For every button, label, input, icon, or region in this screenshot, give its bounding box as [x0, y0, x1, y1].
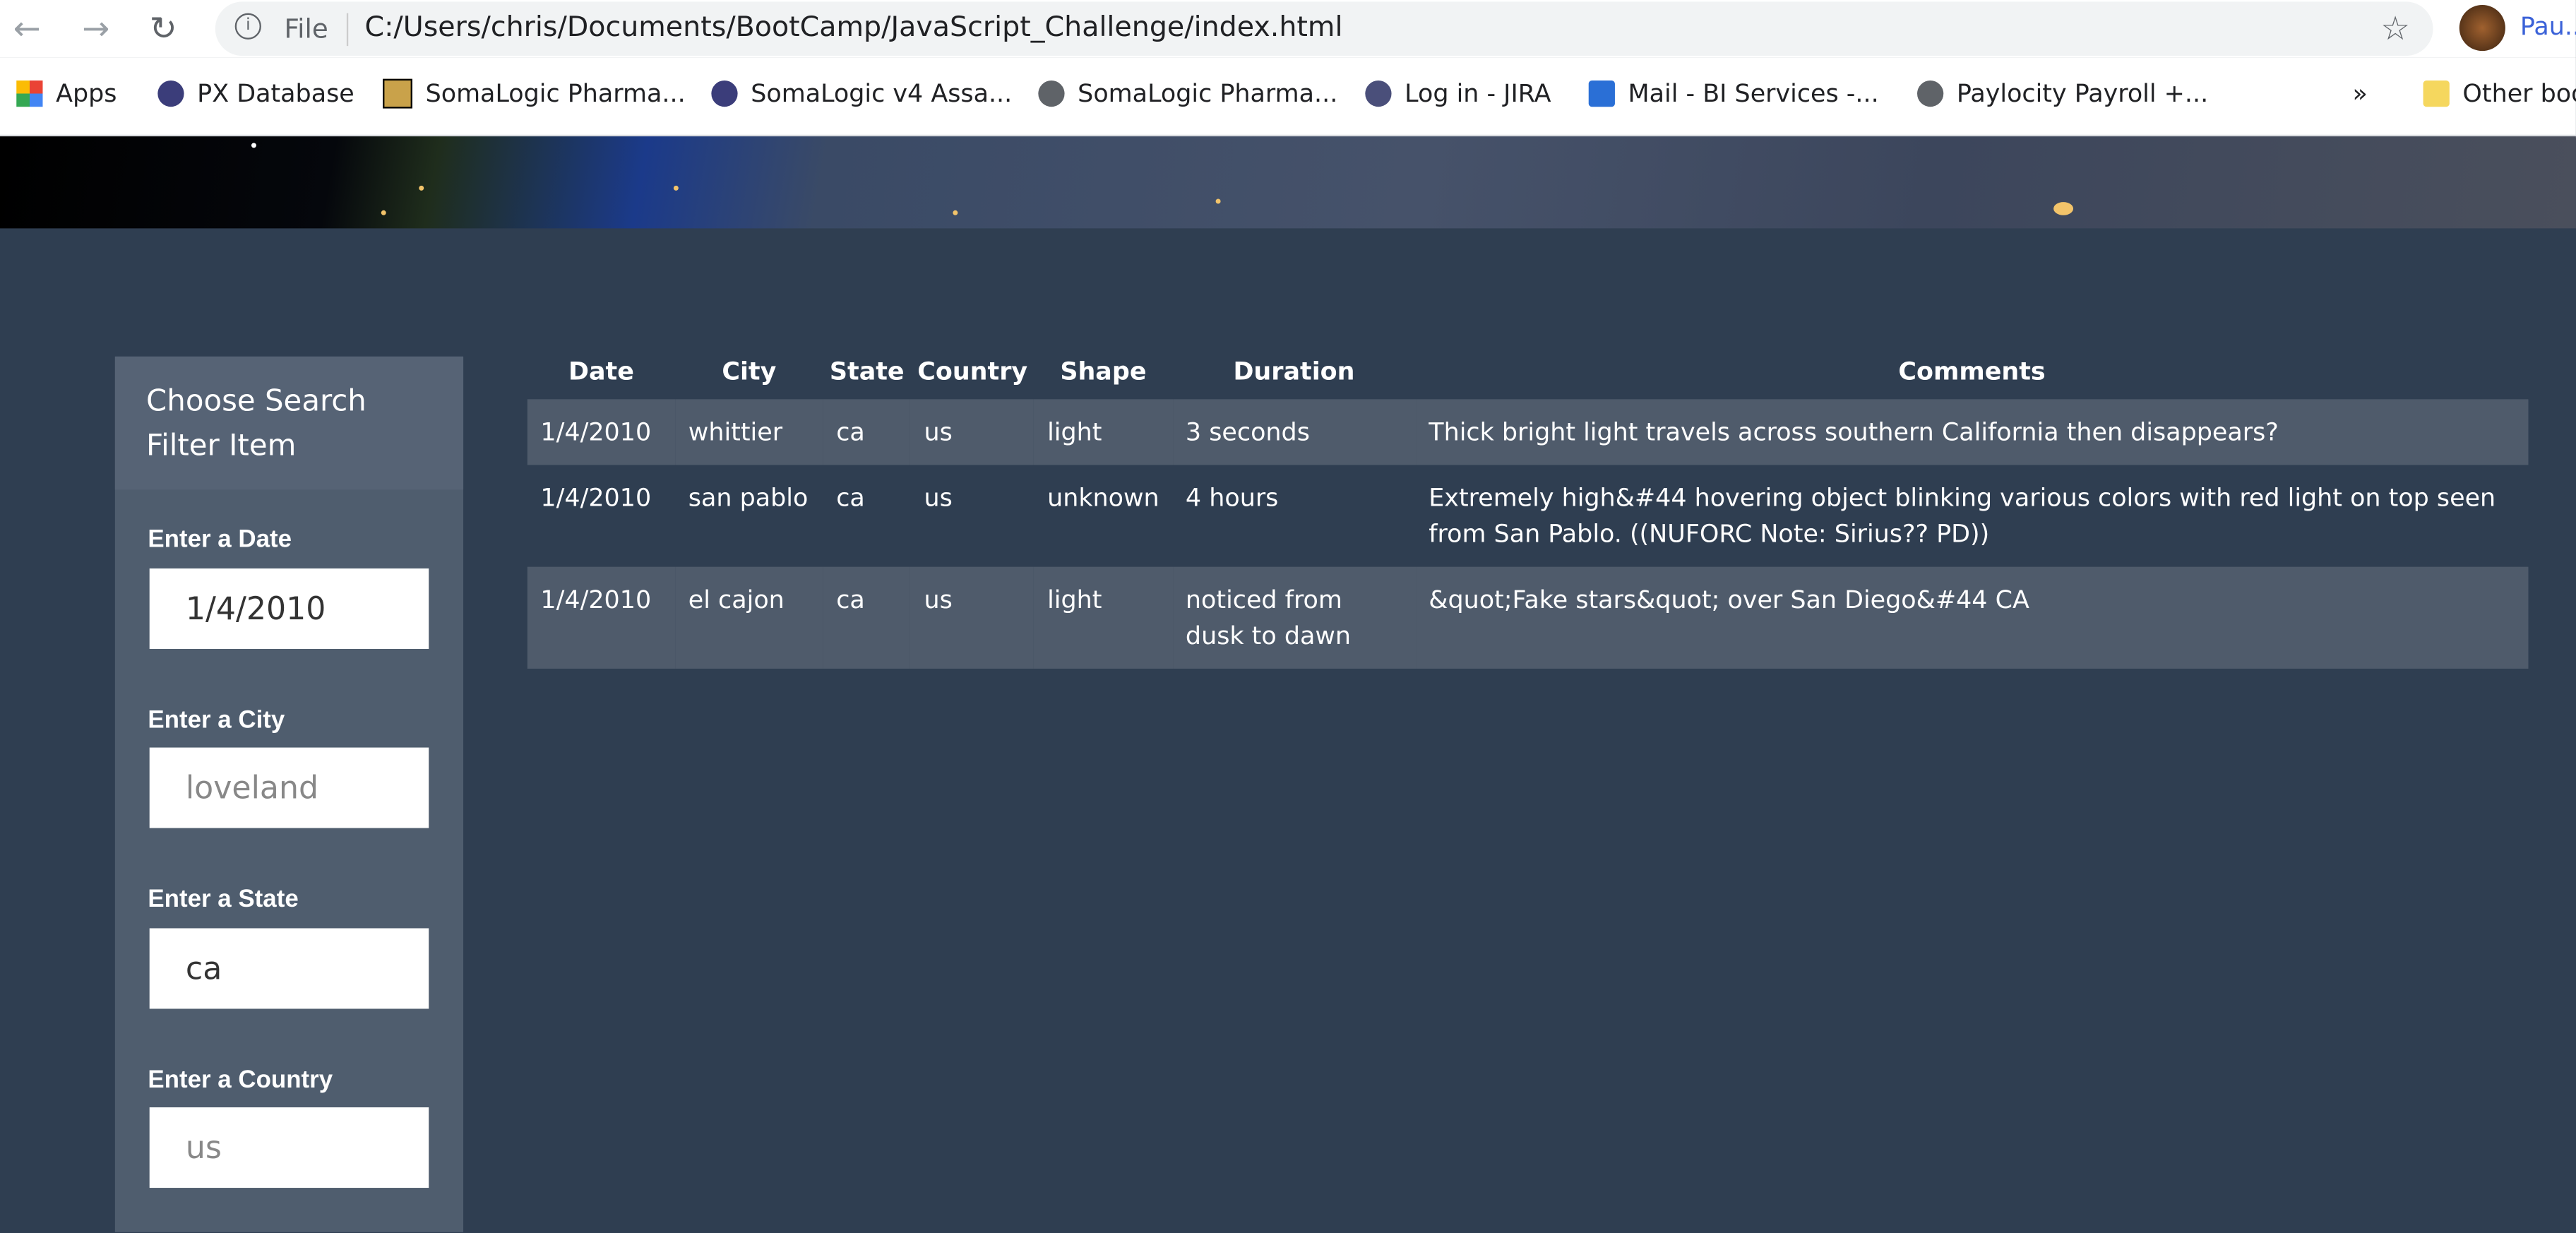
url-text[interactable]: C:/Users/chris/Documents/BootCamp/JavaSc… — [364, 11, 1342, 44]
country-input[interactable] — [149, 1107, 429, 1189]
url-scheme: File — [284, 13, 328, 44]
cell-country: us — [924, 482, 953, 513]
cell-date: 1/4/2010 — [540, 482, 652, 513]
table-row: 1/4/2010 san pablo ca us unknown 4 hours Extre… — [527, 465, 2529, 566]
bookmark-mail[interactable]: Mail - BI Services -... — [1588, 78, 1879, 109]
bookmark-label: SomaLogic Pharma... — [425, 78, 686, 109]
cell-date: 1/4/2010 — [527, 399, 676, 465]
cell-comments: Extremely high&#44 hovering object blink… — [1429, 482, 2496, 549]
country-label: Enter a Country — [148, 1066, 333, 1095]
divider — [346, 13, 349, 47]
forward-icon[interactable]: → — [82, 8, 109, 48]
cell-state: ca — [836, 482, 865, 513]
profile-name[interactable]: Pau... — [2520, 11, 2576, 41]
bookmark-label: Paylocity Payroll +... — [1956, 78, 2209, 109]
cell-shape: unknown — [1047, 482, 1159, 513]
bookmarks-bar: Apps PX Database SomaLogic Pharma... Som… — [0, 57, 2576, 138]
header-shape: Shape — [1060, 355, 1147, 386]
more-bookmarks-button[interactable]: » — [2353, 79, 2368, 109]
info-icon[interactable]: i — [234, 13, 261, 40]
header-city: City — [722, 355, 777, 386]
table-row: 1/4/2010 el cajon ca us light noticed from du… — [527, 566, 2529, 669]
avatar[interactable] — [2459, 4, 2505, 52]
jira-icon — [1365, 80, 1392, 107]
cell-date: 1/4/2010 — [527, 566, 676, 669]
apps-grid-icon — [16, 80, 43, 107]
bookmark-somalogic-v4[interactable]: SomaLogic v4 Assa... — [711, 79, 1012, 109]
state-label: Enter a State — [148, 885, 299, 914]
date-input[interactable] — [149, 568, 429, 649]
header-date: Date — [568, 355, 634, 386]
browser-toolbar: ← → ↻ i File C:/Users/chris/Documents/Bo… — [0, 0, 2576, 58]
bookmark-paylocity[interactable]: Paylocity Payroll +... — [1917, 79, 2208, 109]
cell-duration: noticed from dusk to dawn — [1172, 566, 1416, 669]
cell-state: ca — [823, 566, 911, 669]
ufo-sightings-table: Date City State Country Shape Duration C… — [527, 342, 2529, 669]
header-comments: Comments — [1898, 355, 2046, 386]
table-row: 1/4/2010 whittier ca us light 3 seconds Thick … — [527, 399, 2529, 465]
header-country: Country — [917, 355, 1028, 386]
bookmark-label: SomaLogic v4 Assa... — [751, 78, 1013, 109]
globe-icon — [1038, 80, 1065, 107]
date-label: Enter a Date — [148, 525, 292, 554]
bookmark-px-database[interactable]: PX Database — [157, 79, 354, 109]
earth-banner-image — [0, 136, 2576, 229]
bookmark-label: Other boo — [2462, 78, 2576, 109]
image-icon — [383, 78, 412, 109]
cell-country: us — [910, 566, 1034, 669]
cell-shape: light — [1034, 399, 1173, 465]
header-state: State — [829, 355, 905, 386]
city-label: Enter a City — [148, 706, 285, 734]
bookmark-label: Mail - BI Services -... — [1628, 78, 1879, 109]
state-input[interactable] — [149, 928, 429, 1009]
reload-icon[interactable]: ↻ — [150, 8, 177, 48]
cell-duration: 3 seconds — [1172, 399, 1416, 465]
bookmark-label: SomaLogic Pharma... — [1078, 78, 1338, 109]
cell-shape: light — [1034, 566, 1173, 669]
address-bar[interactable]: i File C:/Users/chris/Documents/BootCamp… — [215, 1, 2433, 56]
sidebar-title: Choose Search Filter Item — [114, 356, 464, 490]
bookmark-somalogic-pharma-1[interactable]: SomaLogic Pharma... — [383, 78, 686, 109]
bookmark-somalogic-pharma-2[interactable]: SomaLogic Pharma... — [1038, 79, 1337, 109]
cell-comments: &quot;Fake stars&quot; over San Diego&#4… — [1415, 566, 2529, 669]
back-icon[interactable]: ← — [13, 8, 41, 48]
cell-state: ca — [823, 399, 911, 465]
bookmark-apps[interactable]: Apps — [16, 79, 117, 109]
filter-sidebar: Choose Search Filter Item Enter a Date E… — [114, 356, 464, 1232]
cell-city: el cajon — [675, 566, 823, 669]
globe-icon — [1917, 80, 1944, 107]
bookmark-star-icon[interactable]: ☆ — [2380, 8, 2410, 48]
cell-comments: Thick bright light travels across southe… — [1415, 399, 2529, 465]
folder-icon — [2423, 80, 2450, 107]
bookmark-label: PX Database — [197, 78, 354, 109]
cell-duration: 4 hours — [1185, 482, 1279, 513]
cell-city: san pablo — [688, 482, 809, 513]
city-input[interactable] — [149, 747, 429, 828]
header-duration: Duration — [1233, 355, 1355, 386]
hexagon-icon — [157, 80, 184, 107]
bookmark-label: Log in - JIRA — [1405, 78, 1551, 109]
bookmark-label: Apps — [56, 78, 117, 109]
bookmark-jira[interactable]: Log in - JIRA — [1365, 79, 1551, 109]
cell-city: whittier — [675, 399, 823, 465]
other-bookmarks[interactable]: Other boo — [2423, 79, 2576, 109]
hexagon-icon — [711, 80, 738, 107]
outlook-icon — [1588, 80, 1615, 107]
cell-country: us — [910, 399, 1034, 465]
